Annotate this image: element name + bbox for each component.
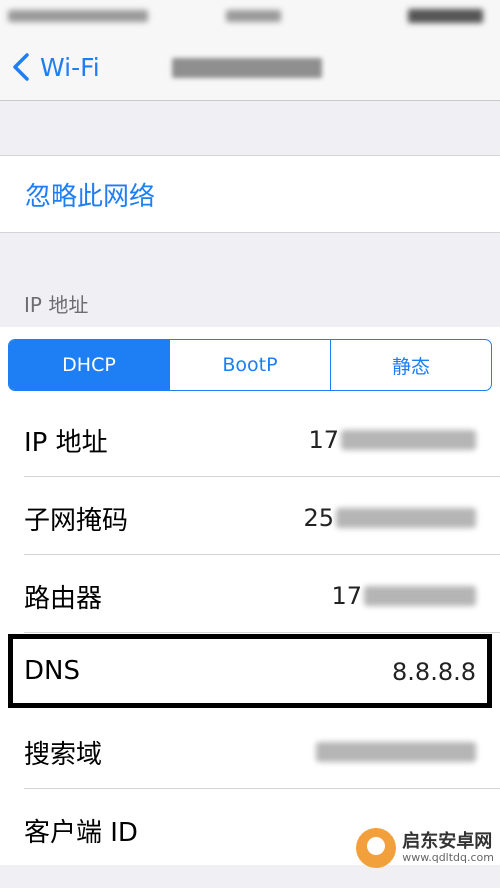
ip-fields-list: IP 地址 17 子网掩码 25 路由器 17 DNS 8.8.8.8 搜索域 bbox=[0, 400, 500, 865]
back-button[interactable]: Wi-Fi bbox=[10, 50, 100, 84]
dns-value: 8.8.8.8 bbox=[392, 658, 476, 686]
divider bbox=[24, 554, 500, 555]
subnet-mask-row: 子网掩码 25 bbox=[0, 478, 500, 555]
ip-address-value-visible: 17 bbox=[308, 426, 339, 454]
chevron-left-icon bbox=[13, 53, 29, 81]
router-value-visible: 17 bbox=[331, 582, 362, 610]
ip-address-row: IP 地址 17 bbox=[0, 400, 500, 477]
segment-bootp[interactable]: BootP bbox=[169, 340, 330, 390]
watermark-url: www.qdltdq.com bbox=[402, 850, 494, 864]
ip-mode-segmented-control: DHCP BootP 静态 bbox=[8, 339, 492, 391]
watermark-text: 启东安卓网 www.qdltdq.com bbox=[402, 830, 494, 864]
router-value-obscured bbox=[364, 586, 476, 606]
divider bbox=[24, 788, 500, 789]
router-row: 路由器 17 bbox=[0, 556, 500, 633]
search-domain-row[interactable]: 搜索域 bbox=[0, 712, 500, 789]
subnet-mask-value: 25 bbox=[303, 504, 476, 532]
subnet-mask-value-obscured bbox=[336, 508, 476, 528]
dns-label: DNS bbox=[24, 656, 80, 686]
watermark: 启东安卓网 www.qdltdq.com bbox=[356, 828, 494, 868]
subnet-mask-label: 子网掩码 bbox=[24, 506, 129, 536]
ip-section-header: IP 地址 bbox=[24, 293, 89, 317]
ip-address-label: IP 地址 bbox=[24, 428, 108, 458]
dns-row[interactable]: DNS 8.8.8.8 bbox=[0, 634, 500, 711]
back-button-label: Wi-Fi bbox=[40, 52, 100, 82]
bottom-background bbox=[0, 865, 500, 888]
watermark-title: 启东安卓网 bbox=[402, 830, 493, 852]
divider bbox=[24, 632, 500, 633]
time-obscured bbox=[226, 10, 281, 22]
forget-network-label: 忽略此网络 bbox=[25, 182, 156, 212]
navigation-bar: Wi-Fi bbox=[0, 30, 500, 101]
segment-dhcp[interactable]: DHCP bbox=[9, 340, 169, 390]
client-id-label: 客户端 ID bbox=[24, 818, 138, 848]
router-label: 路由器 bbox=[24, 584, 103, 614]
forget-network-row[interactable]: 忽略此网络 bbox=[0, 155, 500, 233]
segment-static[interactable]: 静态 bbox=[330, 340, 491, 390]
ip-address-value: 17 bbox=[308, 426, 476, 454]
divider bbox=[24, 476, 500, 477]
battery-obscured bbox=[408, 9, 483, 23]
search-domain-value bbox=[314, 739, 476, 765]
search-domain-value-obscured bbox=[316, 742, 476, 762]
search-domain-label: 搜索域 bbox=[24, 740, 103, 770]
network-name-obscured bbox=[172, 58, 327, 78]
ip-address-value-obscured bbox=[341, 430, 476, 450]
watermark-logo-icon bbox=[356, 828, 397, 868]
status-bar bbox=[0, 0, 500, 30]
carrier-obscured bbox=[8, 10, 148, 22]
subnet-mask-value-visible: 25 bbox=[303, 504, 334, 532]
router-value: 17 bbox=[331, 582, 476, 610]
